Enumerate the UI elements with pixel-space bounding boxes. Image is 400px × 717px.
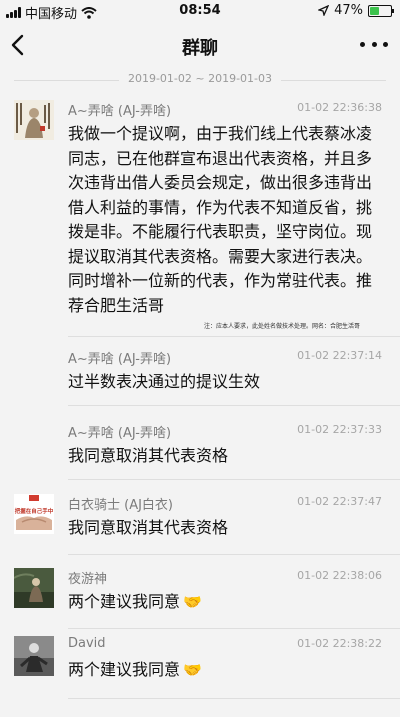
status-right: 47% (318, 3, 394, 18)
avatar[interactable] (14, 636, 54, 676)
message-time: 01-02 22:36:38 (297, 101, 382, 114)
message-divider (68, 554, 400, 555)
message-item[interactable]: David 01-02 22:38:22 两个建议我同意 🤝 (0, 628, 400, 706)
avatar[interactable] (14, 568, 54, 608)
message-time: 01-02 22:38:22 (297, 637, 382, 650)
message-item[interactable]: A~弄啥 (AJ-弄啥) 01-02 22:36:38 我做一个提议啊，由于我们… (0, 92, 400, 337)
message-item[interactable]: 夜游神 01-02 22:38:06 两个建议我同意 🤝 (0, 560, 400, 629)
athlete-avatar-image (14, 636, 54, 676)
calligraphy-avatar-image (14, 100, 54, 140)
sender-name: David (68, 636, 106, 651)
avatar[interactable]: 把握在自己手中 (14, 494, 54, 534)
avatar-caption: 把握在自己手中 (14, 509, 54, 515)
message-time: 01-02 22:37:14 (297, 349, 382, 362)
battery-percent: 47% (334, 3, 363, 18)
message-divider (68, 405, 400, 406)
message-footnote: 注：应本人要求，此处姓名做技术处理。网名：合肥生活哥 (203, 323, 360, 330)
message-text: 我同意取消其代表资格 (68, 446, 229, 465)
message-text-content: 两个建议我同意 (68, 660, 181, 679)
message-text: 过半数表决通过的提议生效 (68, 372, 261, 391)
navigation-bar: 群聊 (0, 22, 400, 68)
message-item[interactable]: 把握在自己手中 白衣骑士 (AJ白衣) 01-02 22:37:47 我同意取消… (0, 486, 400, 555)
handshake-icon: 🤝 (183, 593, 202, 611)
more-button[interactable] (360, 34, 388, 54)
message-text: 我做一个提议啊，由于我们线上代表蔡冰凌同志，已在他群宣布退出代表资格，并且多次违… (68, 124, 373, 315)
message-time: 01-02 22:38:06 (297, 569, 382, 582)
date-range-label: 2019-01-02 ~ 2019-01-03 (127, 72, 273, 85)
message-text: 两个建议我同意 🤝 (68, 658, 386, 683)
more-dot-icon (371, 41, 377, 47)
sender-name: A~弄啥 (AJ-弄啥) (68, 426, 172, 441)
message-divider (68, 479, 400, 480)
sender-name: A~弄啥 (AJ-弄啥) (68, 352, 172, 367)
battery-icon (368, 4, 394, 17)
status-bar: 中国移动 08:54 47% (0, 0, 400, 22)
date-range-divider: 2019-01-02 ~ 2019-01-03 (0, 72, 400, 88)
sender-name: A~弄啥 (AJ-弄啥) (68, 104, 172, 119)
message-divider (68, 336, 400, 337)
page-title: 群聊 (182, 38, 218, 59)
avatar[interactable] (14, 100, 54, 140)
message-item[interactable]: A~弄啥 (AJ-弄啥) 01-02 22:37:14 过半数表决通过的提议生效 (0, 340, 400, 406)
message-text: 两个建议我同意 🤝 (68, 590, 386, 615)
sender-name: 白衣骑士 (AJ白衣) (68, 498, 174, 513)
message-time: 01-02 22:37:47 (297, 495, 382, 508)
divider-line (281, 80, 386, 81)
message-time: 01-02 22:37:33 (297, 423, 382, 436)
more-dot-icon (360, 41, 365, 47)
location-arrow-icon (318, 5, 330, 16)
message-divider (68, 698, 400, 699)
handshake-icon: 🤝 (183, 661, 202, 679)
message-item[interactable]: A~弄啥 (AJ-弄啥) 01-02 22:37:33 我同意取消其代表资格 (0, 414, 400, 480)
more-dot-icon (383, 41, 388, 47)
message-text: 我同意取消其代表资格 (68, 518, 229, 537)
sender-name: 夜游神 (68, 572, 108, 587)
night-avatar-image (14, 568, 54, 608)
message-text-content: 两个建议我同意 (68, 592, 181, 611)
